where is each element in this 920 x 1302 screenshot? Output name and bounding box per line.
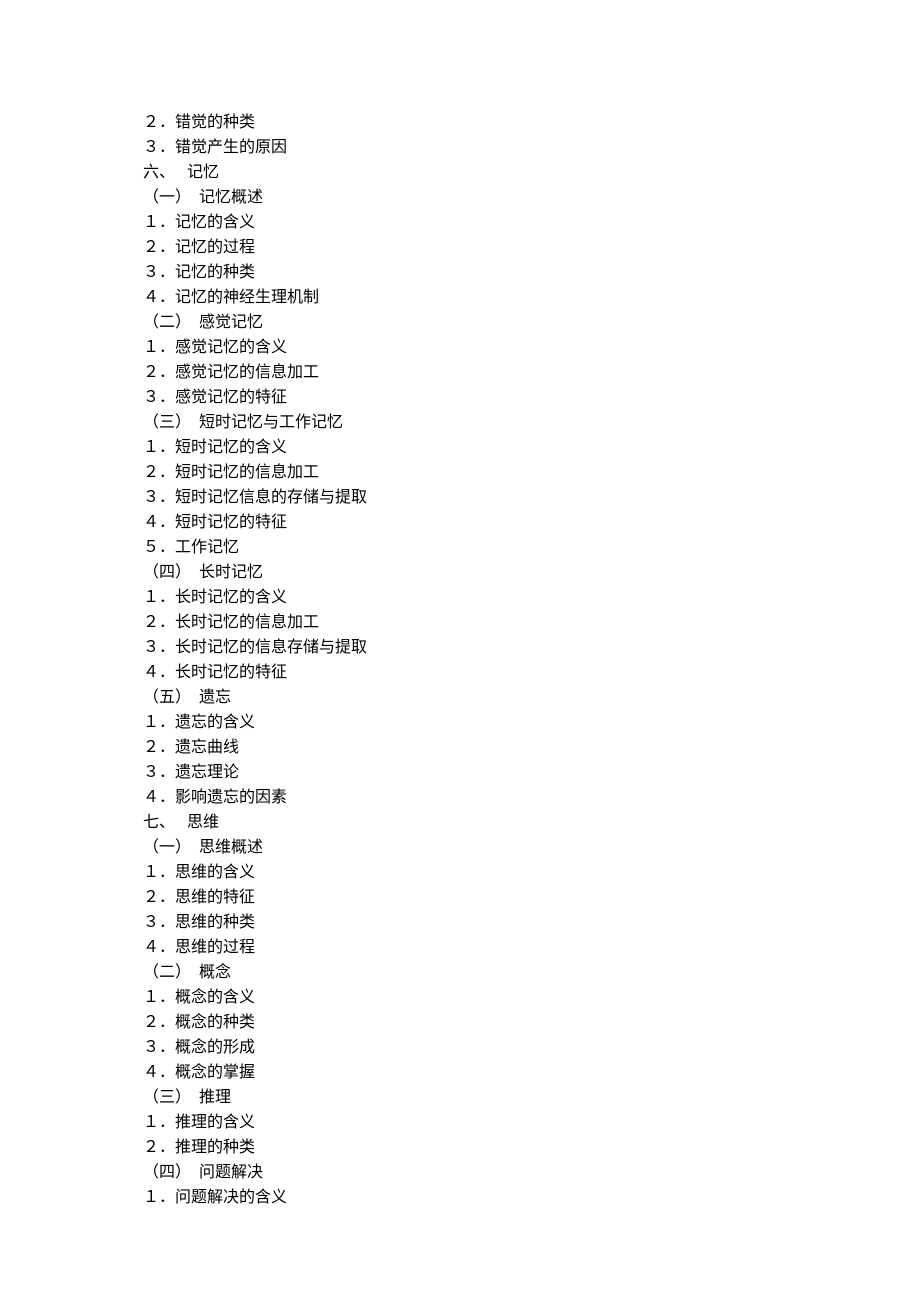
- outline-line: ３．概念的形成: [143, 1035, 920, 1060]
- outline-line: ２．错觉的种类: [143, 110, 920, 135]
- outline-line: ２．思维的特征: [143, 885, 920, 910]
- outline-line: １．记忆的含义: [143, 210, 920, 235]
- outline-line: （二） 感觉记忆: [143, 310, 920, 335]
- outline-line: （五） 遗忘: [143, 685, 920, 710]
- outline-line: （三） 短时记忆与工作记忆: [143, 410, 920, 435]
- outline-line: ３．记忆的种类: [143, 260, 920, 285]
- outline-line: ３．感觉记忆的特征: [143, 385, 920, 410]
- outline-line: （一） 思维概述: [143, 835, 920, 860]
- outline-line: ２．短时记忆的信息加工: [143, 460, 920, 485]
- outline-line: ３．短时记忆信息的存储与提取: [143, 485, 920, 510]
- outline-line: １．长时记忆的含义: [143, 585, 920, 610]
- outline-line: １．概念的含义: [143, 985, 920, 1010]
- outline-line: ３．遗忘理论: [143, 760, 920, 785]
- document-content: ２．错觉的种类３．错觉产生的原因六、 记忆（一） 记忆概述１．记忆的含义２．记忆…: [143, 110, 920, 1210]
- outline-line: 七、 思维: [143, 810, 920, 835]
- outline-line: （四） 问题解决: [143, 1160, 920, 1185]
- outline-line: ４．概念的掌握: [143, 1060, 920, 1085]
- outline-line: ４．思维的过程: [143, 935, 920, 960]
- outline-line: ２．长时记忆的信息加工: [143, 610, 920, 635]
- outline-line: １．推理的含义: [143, 1110, 920, 1135]
- outline-line: １．思维的含义: [143, 860, 920, 885]
- outline-line: ２．遗忘曲线: [143, 735, 920, 760]
- outline-line: 六、 记忆: [143, 160, 920, 185]
- outline-line: ４．记忆的神经生理机制: [143, 285, 920, 310]
- outline-line: （一） 记忆概述: [143, 185, 920, 210]
- outline-line: １．感觉记忆的含义: [143, 335, 920, 360]
- outline-line: （四） 长时记忆: [143, 560, 920, 585]
- outline-line: ２．感觉记忆的信息加工: [143, 360, 920, 385]
- outline-line: ５．工作记忆: [143, 535, 920, 560]
- outline-line: （二） 概念: [143, 960, 920, 985]
- outline-line: １．短时记忆的含义: [143, 435, 920, 460]
- outline-line: ４．影响遗忘的因素: [143, 785, 920, 810]
- outline-line: ３．思维的种类: [143, 910, 920, 935]
- outline-line: ２．记忆的过程: [143, 235, 920, 260]
- outline-line: （三） 推理: [143, 1085, 920, 1110]
- outline-line: ３．错觉产生的原因: [143, 135, 920, 160]
- outline-line: ２．推理的种类: [143, 1135, 920, 1160]
- outline-line: ４．长时记忆的特征: [143, 660, 920, 685]
- outline-line: ３．长时记忆的信息存储与提取: [143, 635, 920, 660]
- outline-line: ２．概念的种类: [143, 1010, 920, 1035]
- outline-line: １．问题解决的含义: [143, 1185, 920, 1210]
- outline-line: １．遗忘的含义: [143, 710, 920, 735]
- outline-line: ４．短时记忆的特征: [143, 510, 920, 535]
